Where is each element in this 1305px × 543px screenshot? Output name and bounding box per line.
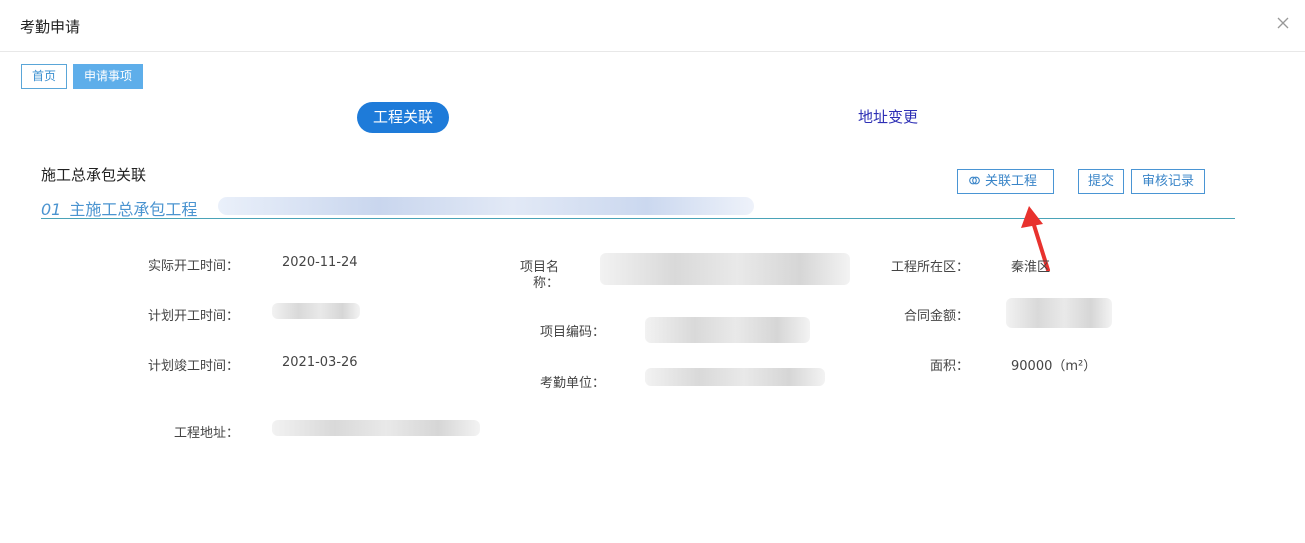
close-icon[interactable] <box>1275 15 1291 31</box>
district-label: 工程所在区： <box>890 260 969 275</box>
link-icon <box>969 176 980 185</box>
breadcrumb-application-items[interactable]: 申请事项 <box>73 64 144 89</box>
actual-start-value: 2020-11-24 <box>282 255 358 270</box>
redacted-project-name <box>600 253 850 285</box>
redacted-project-title <box>218 197 754 215</box>
section-title: 施工总承包关联 <box>41 166 147 184</box>
contract-amount-label: 合同金额： <box>903 309 969 324</box>
link-project-button[interactable]: 关联工程 <box>957 169 1054 194</box>
planned-start-label: 计划开工时间： <box>147 309 239 324</box>
section-item: 01 主施工总承包工程 <box>41 196 197 220</box>
link-project-label: 关联工程 <box>985 174 1038 189</box>
project-code-label: 项目编码： <box>539 325 605 340</box>
planned-completion-value: 2021-03-26 <box>282 355 358 370</box>
attendance-unit-label: 考勤单位： <box>539 376 605 391</box>
modal-header: 考勤申请 <box>0 0 1305 52</box>
section-item-number: 01 <box>41 200 62 219</box>
modal-title: 考勤申请 <box>20 18 81 36</box>
planned-completion-label: 计划竣工时间： <box>147 359 239 374</box>
district-value: 秦淮区 <box>1011 260 1051 275</box>
breadcrumb-home[interactable]: 首页 <box>21 64 68 89</box>
area-value: 90000（m²） <box>1011 359 1097 374</box>
breadcrumb: 首页 申请事项 <box>21 64 144 89</box>
redacted-attendance-unit <box>645 368 825 386</box>
address-label: 工程地址： <box>173 426 239 441</box>
submit-button[interactable]: 提交 <box>1078 169 1124 194</box>
review-records-button[interactable]: 审核记录 <box>1131 169 1205 194</box>
tab-address-change[interactable]: 地址变更 <box>858 102 918 133</box>
section-item-label: 主施工总承包工程 <box>69 200 198 219</box>
redacted-planned-start <box>272 303 360 319</box>
project-name-label-line2: 称： <box>532 276 559 291</box>
redacted-address <box>272 420 480 436</box>
redacted-project-code <box>645 317 810 343</box>
tab-project-association[interactable]: 工程关联 <box>357 102 449 133</box>
actual-start-label: 实际开工时间： <box>147 259 239 274</box>
redacted-contract-amount <box>1006 298 1112 328</box>
area-label: 面积： <box>929 359 969 374</box>
